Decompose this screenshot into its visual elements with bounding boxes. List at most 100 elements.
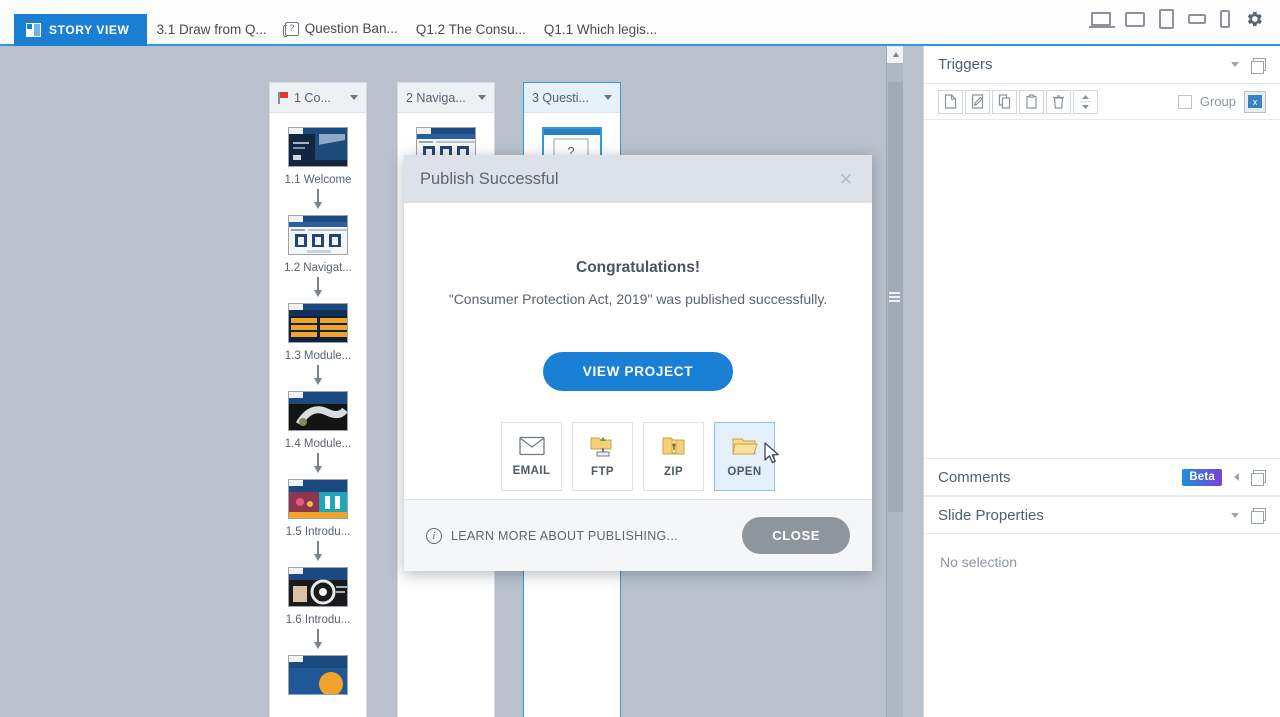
dialog-header: Publish Successful ✕: [404, 155, 872, 203]
dialog-body: Congratulations! "Consumer Protection Ac…: [404, 203, 872, 499]
comments-panel-header[interactable]: Comments Beta: [924, 458, 1280, 496]
slide-thumbnail[interactable]: [288, 479, 348, 519]
question-bank-icon: [282, 22, 299, 37]
slide-label: 1.2 Navigat...: [284, 262, 352, 274]
dialog-footer: i LEARN MORE ABOUT PUBLISHING... CLOSE: [404, 499, 872, 571]
slide-connector-arrow-icon: [311, 629, 325, 651]
settings-gear-icon[interactable]: [1244, 9, 1264, 29]
slide-label: 1.5 Introdu...: [285, 526, 351, 538]
slide-list-scene-1: 1.1 Welcome 1.2 Navigat... 1.3 Module...…: [270, 113, 366, 699]
beta-badge: Beta: [1182, 468, 1222, 486]
application-window: STORY VIEW 3.1 Draw from Q... Question B…: [0, 0, 1280, 717]
slide-label: 1.3 Module...: [284, 350, 352, 362]
ftp-folder-icon: [590, 437, 611, 457]
desktop-preview-icon[interactable]: [1089, 12, 1115, 28]
chevron-down-icon[interactable]: [604, 95, 612, 100]
slide-thumbnail[interactable]: [288, 567, 348, 607]
email-option-button[interactable]: EMAIL: [501, 422, 562, 491]
edit-trigger-icon[interactable]: [965, 89, 990, 114]
trigger-state-icon[interactable]: x: [1244, 90, 1266, 113]
chevron-left-icon[interactable]: [1234, 473, 1239, 481]
slide-thumbnail[interactable]: [288, 391, 348, 431]
chevron-down-icon[interactable]: [1231, 512, 1239, 518]
open-folder-icon: [731, 438, 758, 454]
tab-q1-2-the-consumer[interactable]: Q1.2 The Consu...: [407, 22, 535, 37]
scene-header-2[interactable]: 2 Naviga...: [398, 83, 494, 113]
tab-label: 3.1 Draw from Q...: [156, 21, 267, 37]
tab-draw-from-question-bank[interactable]: 3.1 Draw from Q...: [147, 21, 275, 37]
zip-option-button[interactable]: ZIP: [643, 422, 704, 491]
scene-title: 3 Questi...: [532, 90, 589, 105]
slide-properties-panel-title: Slide Properties: [938, 506, 1044, 524]
slide-connector-arrow-icon: [311, 365, 325, 387]
congratulations-heading: Congratulations!: [576, 259, 700, 276]
group-checkbox[interactable]: [1177, 94, 1192, 109]
close-button[interactable]: CLOSE: [742, 517, 850, 554]
right-panel: Triggers Group x Comments Beta Slide Pro…: [923, 46, 1280, 717]
triggers-list-body[interactable]: [924, 120, 1280, 458]
learn-more-link[interactable]: i LEARN MORE ABOUT PUBLISHING...: [426, 527, 678, 544]
envelope-icon: [518, 436, 545, 456]
slide-label: 1.4 Module...: [284, 438, 352, 450]
chevron-down-icon[interactable]: [350, 95, 358, 100]
delete-trigger-icon[interactable]: [1046, 89, 1071, 114]
dialog-title: Publish Successful: [420, 169, 559, 188]
tab-question-bank[interactable]: Question Ban...: [276, 21, 407, 37]
tab-q1-1-which-legis[interactable]: Q1.1 Which legis...: [535, 21, 666, 37]
publish-successful-dialog: Publish Successful ✕ Congratulations! "C…: [404, 155, 872, 571]
reorder-trigger-icon[interactable]: [1073, 89, 1098, 114]
option-label: ZIP: [663, 466, 684, 478]
panel-splitter-grip[interactable]: [889, 292, 901, 310]
dock-panel-icon[interactable]: [1251, 57, 1266, 74]
triggers-toolbar: Group x: [924, 84, 1280, 120]
slide-connector-arrow-icon: [311, 541, 325, 563]
slide-label: 1.6 Introdu...: [285, 614, 351, 626]
dock-panel-icon[interactable]: [1251, 508, 1266, 524]
phone-portrait-preview-icon[interactable]: [1220, 10, 1230, 28]
new-trigger-icon[interactable]: [938, 89, 963, 114]
copy-trigger-icon[interactable]: [992, 89, 1017, 114]
triggers-panel-header[interactable]: Triggers: [924, 46, 1280, 84]
view-project-button[interactable]: VIEW PROJECT: [542, 352, 734, 391]
option-label: OPEN: [727, 465, 762, 478]
story-view-label: STORY VIEW: [49, 23, 130, 37]
paste-trigger-icon[interactable]: [1019, 89, 1044, 114]
slide-thumbnail[interactable]: [288, 303, 348, 343]
chevron-down-icon[interactable]: [478, 95, 486, 100]
slide-connector-arrow-icon: [311, 277, 325, 299]
publish-message: "Consumer Protection Act, 2019" was publ…: [448, 291, 828, 307]
scene-column-1[interactable]: 1 Co... 1.1 Welcome 1.2 Navigat... 1.3 M…: [269, 82, 367, 717]
close-icon[interactable]: ✕: [836, 171, 856, 188]
scroll-up-button[interactable]: [887, 46, 903, 63]
comments-panel-title: Comments: [938, 468, 1011, 486]
tab-story-view[interactable]: STORY VIEW: [14, 14, 148, 46]
triggers-panel-title: Triggers: [938, 56, 993, 73]
tablet-portrait-preview-icon[interactable]: [1159, 9, 1174, 29]
slide-thumbnail[interactable]: [288, 127, 348, 167]
dock-panel-icon[interactable]: [1251, 470, 1266, 486]
slide-properties-panel-header[interactable]: Slide Properties: [924, 496, 1280, 534]
scene-title: 1 Co...: [294, 90, 331, 105]
scene-title: 2 Naviga...: [406, 90, 466, 105]
phone-landscape-preview-icon[interactable]: [1188, 14, 1206, 24]
tab-label: Question Ban...: [304, 21, 398, 37]
option-label: FTP: [591, 466, 614, 478]
scene-header-3[interactable]: 3 Questi...: [524, 83, 620, 113]
scene-header-1[interactable]: 1 Co...: [270, 83, 366, 113]
slide-thumbnail[interactable]: [288, 215, 348, 255]
tablet-landscape-preview-icon[interactable]: [1125, 11, 1145, 27]
publish-options-row: EMAIL FTP ZIP OPEN: [404, 422, 872, 491]
mouse-cursor: [764, 442, 782, 466]
slide-thumbnail[interactable]: [288, 655, 348, 695]
learn-more-label: LEARN MORE ABOUT PUBLISHING...: [451, 528, 678, 543]
ftp-option-button[interactable]: FTP: [572, 422, 633, 491]
document-tabs: 3.1 Draw from Q... Question Ban... Q1.2 …: [147, 0, 666, 44]
tab-label: Q1.1 Which legis...: [543, 21, 658, 37]
flag-icon: [278, 91, 289, 104]
slide-connector-arrow-icon: [311, 453, 325, 475]
story-view-icon: [26, 23, 41, 37]
info-icon: i: [426, 527, 442, 544]
chevron-down-icon[interactable]: [1231, 62, 1239, 67]
canvas-vertical-scrollbar[interactable]: [886, 46, 903, 717]
zip-folder-icon: [662, 437, 684, 455]
